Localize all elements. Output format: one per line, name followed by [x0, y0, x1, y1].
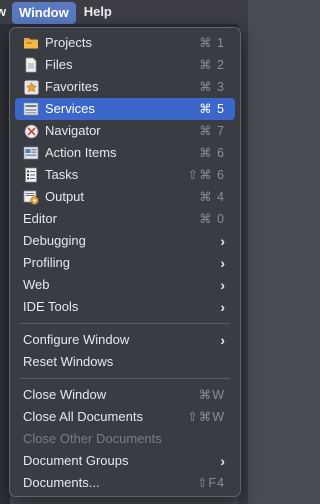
menu-item-label: Tasks — [45, 167, 79, 182]
menu-item-label: Projects — [45, 35, 92, 50]
shortcut: ⌘ 0 — [199, 212, 225, 226]
menu-item-label: Close All Documents — [23, 409, 143, 424]
shortcut: ⌘ 4 — [199, 190, 225, 204]
help-menu[interactable]: Help — [76, 0, 120, 24]
menu-item-label: Document Groups — [23, 453, 129, 468]
menu-item-label: Editor — [23, 211, 57, 226]
shortcut: ⇧F4 — [196, 476, 225, 490]
menu-item-editor[interactable]: Editor ⌘ 0 — [15, 208, 235, 230]
menu-item-documents[interactable]: Documents... ⇧F4 — [15, 472, 235, 494]
menu-item-label: Documents... — [23, 475, 100, 490]
menu-item-reset-windows[interactable]: Reset Windows — [15, 351, 235, 373]
shortcut: ⌘ 3 — [199, 80, 225, 94]
menu-item-label: Services — [45, 101, 95, 116]
menu-item-debugging[interactable]: Debugging › — [15, 230, 235, 252]
action-items-icon — [23, 145, 39, 161]
menu-item-action-items[interactable]: Action Items ⌘ 6 — [15, 142, 235, 164]
shortcut: ⌘ 7 — [199, 124, 225, 138]
chevron-right-icon: › — [220, 453, 225, 469]
menu-separator — [20, 323, 230, 324]
menu-item-label: Favorites — [45, 79, 99, 94]
menu-bar-partial-item[interactable]: w — [0, 0, 12, 24]
menu-item-navigator[interactable]: Navigator ⌘ 7 — [15, 120, 235, 142]
menu-item-web[interactable]: Web › — [15, 274, 235, 296]
menu-item-label: Action Items — [45, 145, 117, 160]
menu-item-tasks[interactable]: Tasks ⇧⌘ 6 — [15, 164, 235, 186]
chevron-right-icon: › — [220, 277, 225, 293]
star-icon — [23, 79, 39, 95]
menu-item-files[interactable]: Files ⌘ 2 — [15, 54, 235, 76]
menu-item-configure-window[interactable]: Configure Window › — [15, 329, 235, 351]
menu-item-close-all-documents[interactable]: Close All Documents ⇧⌘W — [15, 406, 235, 428]
menu-item-label: Output — [45, 189, 85, 204]
shortcut: ⇧⌘ 6 — [187, 168, 225, 182]
window-menu[interactable]: Window — [12, 1, 76, 24]
services-icon — [23, 101, 39, 117]
chevron-right-icon: › — [220, 332, 225, 348]
shortcut: ⌘ 6 — [199, 146, 225, 160]
menu-item-label: Web — [23, 277, 50, 292]
menu-item-projects[interactable]: Projects ⌘ 1 — [15, 32, 235, 54]
shortcut: ⇧⌘W — [187, 410, 225, 424]
menu-item-label: Navigator — [45, 123, 101, 138]
output-icon — [23, 189, 39, 205]
tasks-icon — [23, 167, 39, 183]
menu-item-close-window[interactable]: Close Window ⌘W — [15, 384, 235, 406]
file-icon — [23, 57, 39, 73]
menu-item-output[interactable]: Output ⌘ 4 — [15, 186, 235, 208]
shortcut: ⌘ 2 — [199, 58, 225, 72]
menu-item-label: Close Other Documents — [23, 431, 162, 446]
shortcut: ⌘ 1 — [199, 36, 225, 50]
menu-separator — [20, 378, 230, 379]
shortcut: ⌘ 5 — [199, 102, 225, 116]
chevron-right-icon: › — [220, 233, 225, 249]
menu-item-ide-tools[interactable]: IDE Tools › — [15, 296, 235, 318]
chevron-right-icon: › — [220, 299, 225, 315]
menu-item-profiling[interactable]: Profiling › — [15, 252, 235, 274]
menu-item-label: Debugging — [23, 233, 86, 248]
chevron-right-icon: › — [220, 255, 225, 271]
menu-item-label: Configure Window — [23, 332, 130, 347]
menu-item-favorites[interactable]: Favorites ⌘ 3 — [15, 76, 235, 98]
menu-item-close-other-documents: Close Other Documents — [15, 428, 235, 450]
shortcut: ⌘W — [198, 388, 225, 402]
menu-item-label: Reset Windows — [23, 354, 114, 369]
menu-item-label: Profiling — [23, 255, 70, 270]
menu-bar: w Window Help — [0, 0, 248, 24]
folder-icon — [23, 35, 39, 51]
menu-item-label: Files — [45, 57, 73, 72]
menu-item-label: Close Window — [23, 387, 107, 402]
menu-item-services[interactable]: Services ⌘ 5 — [15, 98, 235, 120]
navigator-icon — [23, 123, 39, 139]
menu-item-document-groups[interactable]: Document Groups › — [15, 450, 235, 472]
menu-item-label: IDE Tools — [23, 299, 79, 314]
window-dropdown-menu: Projects ⌘ 1 Files ⌘ 2 Favorites ⌘ 3 Ser… — [9, 27, 241, 497]
